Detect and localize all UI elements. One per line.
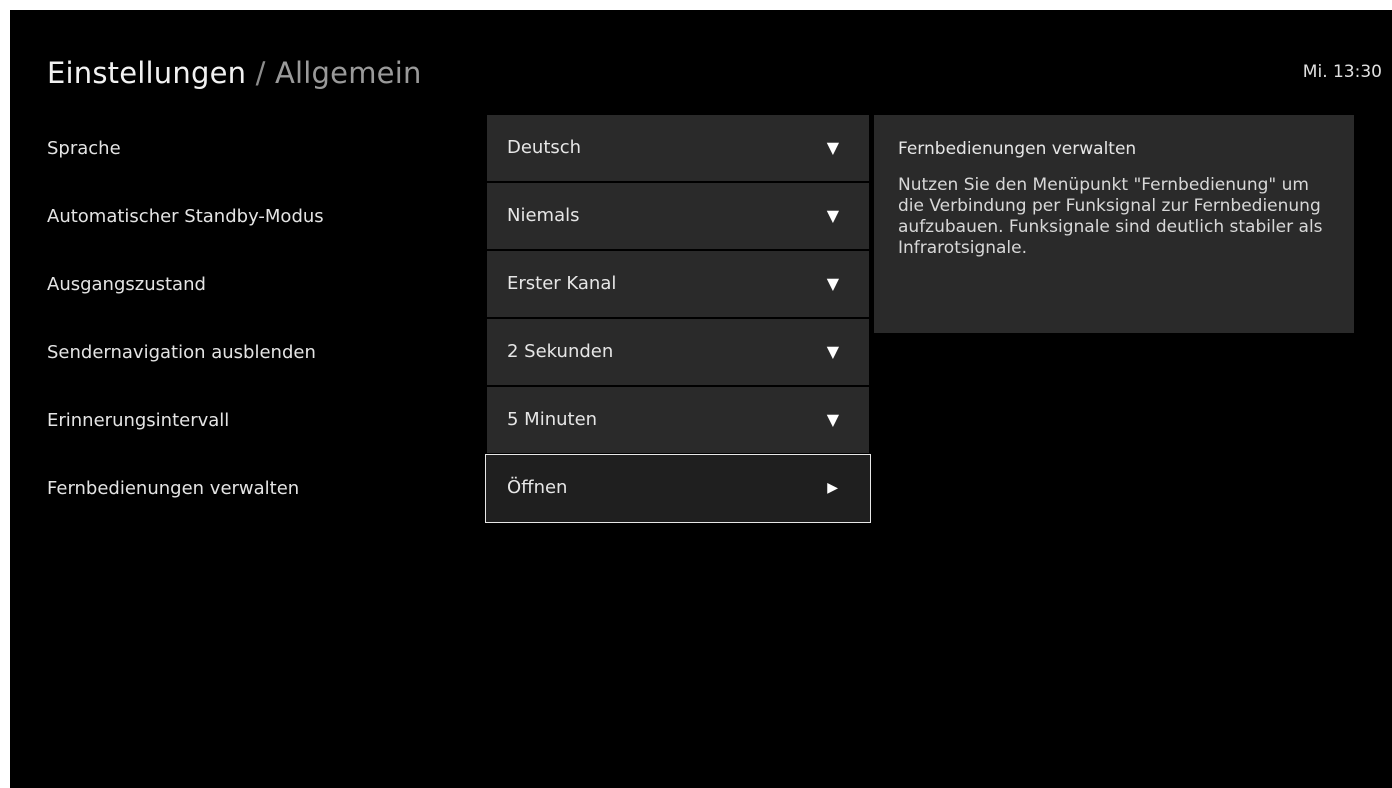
setting-label-erinnerungsintervall: Erinnerungsintervall <box>47 410 230 431</box>
fernbedienungen-open-button[interactable]: Öffnen ▶ <box>485 454 871 523</box>
dropdown-value: 2 Sekunden <box>507 341 614 362</box>
play-arrow-icon: ▶ <box>827 480 838 496</box>
dropdown-value: 5 Minuten <box>507 409 598 430</box>
setting-label-fernbedienungen: Fernbedienungen verwalten <box>47 478 300 499</box>
breadcrumb: Einstellungen / Allgemein <box>47 56 422 90</box>
dropdown-value: Niemals <box>507 205 580 226</box>
tv-settings-screen: Einstellungen / Allgemein Mi. 13:30 Spra… <box>10 10 1392 788</box>
standby-dropdown[interactable]: Niemals ▼ <box>487 183 869 249</box>
caret-down-icon: ▼ <box>826 274 839 293</box>
setting-label-sendernavigation: Sendernavigation ausblenden <box>47 342 316 363</box>
page-title: Einstellungen <box>47 56 247 90</box>
settings-options: Deutsch ▼ Niemals ▼ Erster Kanal ▼ 2 Sek… <box>485 115 871 526</box>
caret-down-icon: ▼ <box>826 138 839 157</box>
info-panel-title: Fernbedienungen verwalten <box>898 139 1137 159</box>
button-label: Öffnen <box>507 477 568 498</box>
ausgangszustand-dropdown[interactable]: Erster Kanal ▼ <box>487 251 869 317</box>
erinnerungsintervall-dropdown[interactable]: 5 Minuten ▼ <box>487 387 869 453</box>
settings-labels: Sprache Automatischer Standby-Modus Ausg… <box>47 115 477 523</box>
info-panel-body: Nutzen Sie den Menüpunkt "Fernbedienung"… <box>898 175 1323 258</box>
clock: Mi. 13:30 <box>1302 62 1382 82</box>
setting-label-standby: Automatischer Standby-Modus <box>47 206 324 227</box>
sprache-dropdown[interactable]: Deutsch ▼ <box>487 115 869 181</box>
setting-label-ausgangszustand: Ausgangszustand <box>47 274 206 295</box>
setting-label-sprache: Sprache <box>47 138 121 159</box>
sendernavigation-dropdown[interactable]: 2 Sekunden ▼ <box>487 319 869 385</box>
caret-down-icon: ▼ <box>826 410 839 429</box>
dropdown-value: Erster Kanal <box>507 273 617 294</box>
caret-down-icon: ▼ <box>826 342 839 361</box>
dropdown-value: Deutsch <box>507 137 582 158</box>
page-subtitle: Allgemein <box>275 56 422 90</box>
info-panel: Fernbedienungen verwalten Nutzen Sie den… <box>874 115 1354 333</box>
breadcrumb-separator: / <box>246 56 275 90</box>
caret-down-icon: ▼ <box>826 206 839 225</box>
